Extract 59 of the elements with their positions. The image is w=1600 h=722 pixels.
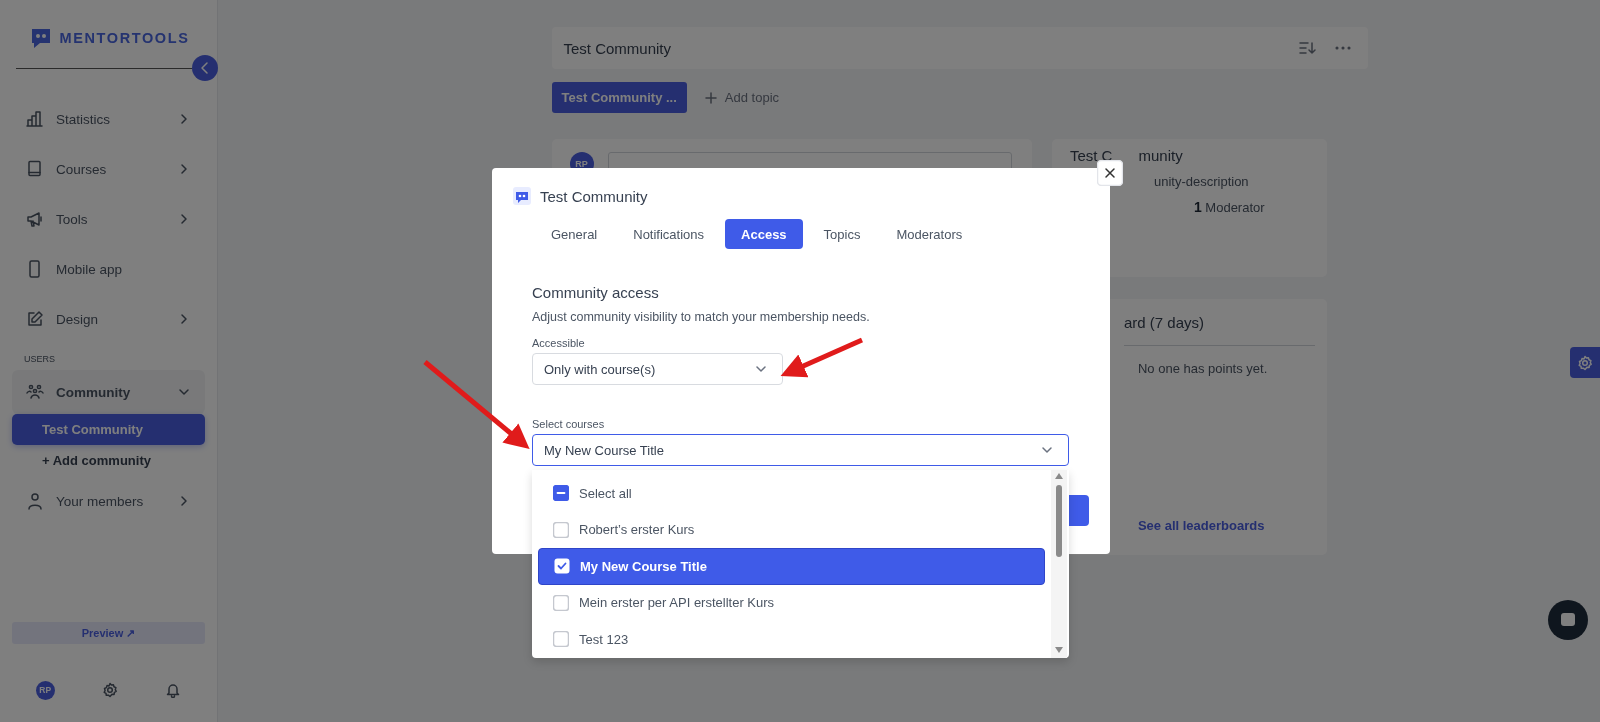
checkbox[interactable]: [553, 594, 569, 611]
checkbox[interactable]: [553, 631, 569, 648]
course-option[interactable]: Test 123: [538, 621, 1045, 658]
book-icon: [26, 160, 44, 178]
card-description: unity-description: [1153, 174, 1250, 189]
checkbox[interactable]: [553, 521, 569, 538]
checkbox[interactable]: [553, 485, 569, 502]
section-description: Adjust community visibility to match your membership needs.: [532, 310, 871, 324]
megaphone-icon: [26, 210, 44, 228]
dialog-title: Test Community: [540, 187, 648, 205]
card-title: munity: [1138, 147, 1183, 164]
user-avatar[interactable]: RP: [35, 680, 55, 700]
field-label: Select courses: [532, 418, 606, 430]
sidebar-item[interactable]: Your members: [12, 476, 205, 526]
course-option[interactable]: My New Course Title: [538, 548, 1045, 585]
sort-icon[interactable]: [1297, 40, 1316, 56]
people-icon: [26, 383, 44, 401]
sidebar-item[interactable]: Statistics: [12, 94, 205, 144]
tab[interactable]: Topics: [808, 219, 876, 249]
card-title: ard (7 days): [1123, 314, 1315, 346]
tab[interactable]: Access: [725, 219, 803, 249]
person-icon: [26, 492, 44, 510]
settings-icon[interactable]: [1570, 347, 1600, 378]
plus-icon: [704, 91, 717, 104]
field-label: Accessible: [532, 337, 586, 349]
empty-message: No one has points yet.: [1137, 361, 1269, 376]
section-label: USERS: [23, 353, 56, 366]
courses-select[interactable]: My New Course Title: [532, 434, 1069, 466]
leaderboards-link[interactable]: See all leaderboards: [1137, 518, 1315, 533]
course-option[interactable]: Mein erster per API erstellter Kurs: [538, 584, 1045, 621]
course-option[interactable]: Robert’s erster Kurs: [538, 511, 1045, 548]
logo-text: MENTORTOOLS: [59, 30, 190, 46]
select-all-option[interactable]: Select all: [538, 475, 1045, 512]
tab[interactable]: General: [536, 219, 613, 249]
checkbox[interactable]: [554, 558, 570, 575]
pencil-icon: [26, 310, 44, 328]
section-heading: Community access: [532, 284, 660, 301]
sidebar-subitem[interactable]: Test Community: [12, 414, 205, 445]
access-select[interactable]: Only with course(s): [532, 353, 783, 385]
topic-chip[interactable]: Test Community ...: [551, 82, 687, 113]
moderator-count: 1 Moderator: [1193, 199, 1266, 215]
sidebar-item[interactable]: Community: [12, 370, 205, 414]
chat-button[interactable]: [1548, 600, 1588, 640]
sidebar-subitem[interactable]: + Add community: [12, 445, 205, 476]
sidebar-item[interactable]: Courses: [12, 144, 205, 194]
bar-chart-icon: [26, 110, 44, 128]
community-title: Test Community: [563, 39, 672, 57]
bell-icon[interactable]: [165, 682, 182, 698]
tab[interactable]: Moderators: [881, 219, 978, 249]
preview-button[interactable]: Preview ↗: [12, 622, 205, 644]
settings-icon[interactable]: [102, 682, 118, 698]
collapse-button[interactable]: [192, 55, 218, 81]
tab[interactable]: Notifications: [618, 219, 720, 249]
add-topic-button[interactable]: Add topic: [698, 89, 786, 106]
close-button[interactable]: [1097, 160, 1123, 186]
robot-icon: [512, 186, 532, 206]
sidebar-item[interactable]: Tools: [12, 194, 205, 244]
sidebar-item[interactable]: Mobile app: [12, 244, 205, 294]
sidebar-item[interactable]: Design: [12, 294, 205, 344]
